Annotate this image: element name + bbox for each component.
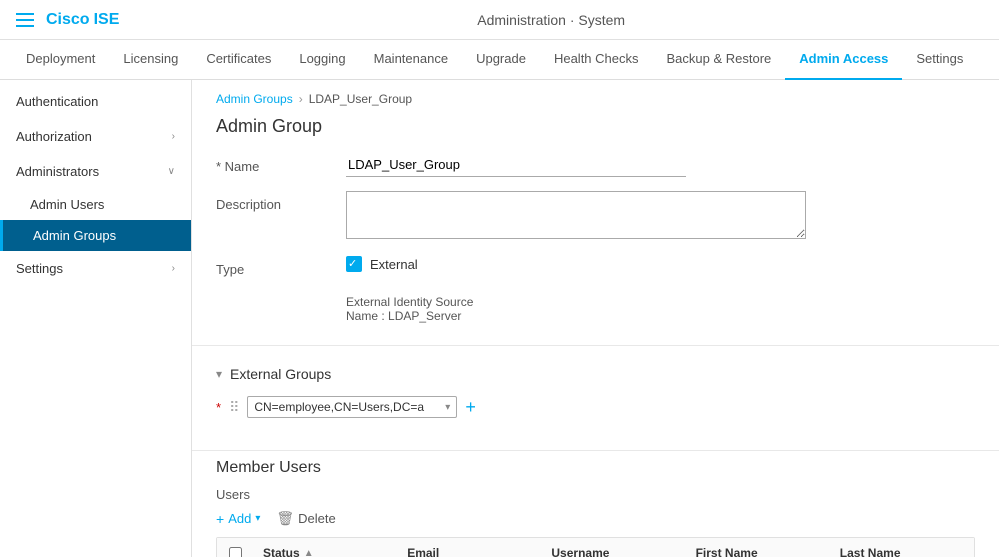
- th-lastname[interactable]: Last Name: [830, 538, 974, 557]
- description-input-wrapper: [346, 191, 686, 242]
- add-group-button[interactable]: +: [465, 397, 476, 418]
- th-email[interactable]: Email: [397, 538, 541, 557]
- name-input-wrapper: [346, 153, 686, 177]
- external-groups-title: External Groups: [230, 366, 331, 382]
- description-textarea[interactable]: [346, 191, 806, 239]
- th-status-label: Status: [263, 546, 300, 557]
- member-users-title: Member Users: [216, 459, 975, 477]
- form-section: * Name Description Type External: [192, 153, 999, 277]
- app-title: Administration · System: [119, 12, 983, 28]
- add-label: Add: [228, 511, 251, 526]
- type-checkbox-label: External: [370, 257, 418, 272]
- tab-upgrade[interactable]: Upgrade: [462, 40, 540, 80]
- ext-group-dropdown[interactable]: CN=employee,CN=Users,DC=a ▾: [247, 396, 457, 418]
- tab-logging[interactable]: Logging: [285, 40, 359, 80]
- sidebar: Authentication Authorization › Administr…: [0, 80, 192, 557]
- form-row-description: Description: [216, 191, 975, 242]
- external-groups-header: ▾ External Groups: [192, 354, 999, 392]
- required-asterisk: *: [216, 400, 221, 415]
- logo-ise: ISE: [94, 11, 120, 29]
- nav-tabs: Deployment Licensing Certificates Loggin…: [0, 40, 999, 80]
- hamburger-menu[interactable]: [16, 13, 34, 27]
- ext-group-row: * ⠿ CN=employee,CN=Users,DC=a ▾ +: [216, 396, 975, 418]
- sidebar-item-settings[interactable]: Settings ›: [0, 251, 191, 286]
- collapse-icon[interactable]: ▾: [216, 367, 222, 381]
- form-row-type: Type External: [216, 256, 975, 277]
- tab-certificates[interactable]: Certificates: [192, 40, 285, 80]
- th-username-label: Username: [551, 546, 609, 557]
- sidebar-item-authentication-label: Authentication: [16, 94, 98, 109]
- sidebar-item-authorization-label: Authorization: [16, 129, 92, 144]
- th-email-label: Email: [407, 546, 439, 557]
- th-checkbox[interactable]: [217, 538, 253, 557]
- divider-2: [192, 450, 999, 451]
- users-label: Users: [216, 487, 975, 502]
- sidebar-item-administrators-label: Administrators: [16, 164, 99, 179]
- sidebar-item-authorization[interactable]: Authorization ›: [0, 119, 191, 154]
- th-lastname-label: Last Name: [840, 546, 901, 557]
- tab-admin-access[interactable]: Admin Access: [785, 40, 902, 80]
- identity-source-info: External Identity Source Name : LDAP_Ser…: [192, 291, 999, 337]
- tab-backup-restore[interactable]: Backup & Restore: [653, 40, 786, 80]
- top-bar: Cisco ISE Administration · System: [0, 0, 999, 40]
- breadcrumb-separator: ›: [299, 92, 303, 106]
- delete-button[interactable]: 🗑 Delete: [276, 510, 335, 527]
- ext-group-value: CN=employee,CN=Users,DC=a: [254, 400, 424, 414]
- chevron-down-icon: ∨: [168, 166, 175, 177]
- main-layout: Authentication Authorization › Administr…: [0, 80, 999, 557]
- breadcrumb: Admin Groups › LDAP_User_Group: [192, 80, 999, 112]
- users-table: Status ▲ Email Username First Name Last …: [216, 537, 975, 557]
- tab-health-checks[interactable]: Health Checks: [540, 40, 653, 80]
- trash-icon: 🗑: [276, 510, 294, 527]
- main-content: Admin Groups › LDAP_User_Group Admin Gro…: [192, 80, 999, 557]
- select-all-checkbox[interactable]: [229, 547, 242, 557]
- chevron-right-icon-settings: ›: [172, 263, 175, 274]
- th-firstname-label: First Name: [696, 546, 758, 557]
- table-header: Status ▲ Email Username First Name Last …: [217, 538, 974, 557]
- type-checkbox[interactable]: [346, 256, 362, 272]
- drag-handle-icon[interactable]: ⠿: [229, 399, 239, 416]
- name-label: * Name: [216, 153, 346, 174]
- identity-source-name-value: LDAP_Server: [388, 309, 461, 323]
- sort-icon-status: ▲: [304, 548, 314, 557]
- sidebar-item-admin-users[interactable]: Admin Users: [0, 189, 191, 220]
- th-status[interactable]: Status ▲: [253, 538, 397, 557]
- dropdown-chevron-icon: ▾: [445, 402, 450, 413]
- identity-source-label: External Identity Source: [346, 295, 473, 309]
- tab-deployment[interactable]: Deployment: [12, 40, 109, 80]
- breadcrumb-current: LDAP_User_Group: [309, 92, 412, 106]
- logo-cisco: Cisco: [46, 11, 90, 29]
- page-title: Admin Group: [192, 112, 999, 153]
- tab-settings[interactable]: Settings: [902, 40, 977, 80]
- delete-label: Delete: [298, 511, 336, 526]
- description-label: Description: [216, 191, 346, 212]
- breadcrumb-parent[interactable]: Admin Groups: [216, 92, 293, 106]
- tab-licensing[interactable]: Licensing: [109, 40, 192, 80]
- sidebar-item-authentication[interactable]: Authentication: [0, 84, 191, 119]
- sidebar-item-administrators[interactable]: Administrators ∨: [0, 154, 191, 189]
- sidebar-item-admin-groups[interactable]: Admin Groups: [0, 220, 191, 251]
- add-chevron-icon: ▾: [255, 513, 260, 524]
- chevron-right-icon: ›: [172, 131, 175, 142]
- plus-icon: +: [216, 511, 224, 527]
- external-groups-area: * ⠿ CN=employee,CN=Users,DC=a ▾ +: [192, 392, 999, 442]
- sidebar-item-settings-label: Settings: [16, 261, 63, 276]
- divider-1: [192, 345, 999, 346]
- form-row-name: * Name: [216, 153, 975, 177]
- th-username[interactable]: Username: [541, 538, 685, 557]
- member-users-section: Member Users Users + Add ▾ 🗑 Delete: [192, 459, 999, 557]
- tab-maintenance[interactable]: Maintenance: [360, 40, 462, 80]
- identity-source-name-label: Name :: [346, 309, 385, 323]
- add-button[interactable]: + Add ▾: [216, 511, 260, 527]
- th-firstname[interactable]: First Name: [686, 538, 830, 557]
- name-input[interactable]: [346, 153, 686, 177]
- app-logo: Cisco ISE: [46, 11, 119, 29]
- type-checkbox-row: External: [346, 256, 418, 272]
- type-label: Type: [216, 256, 346, 277]
- users-toolbar: + Add ▾ 🗑 Delete: [216, 510, 975, 527]
